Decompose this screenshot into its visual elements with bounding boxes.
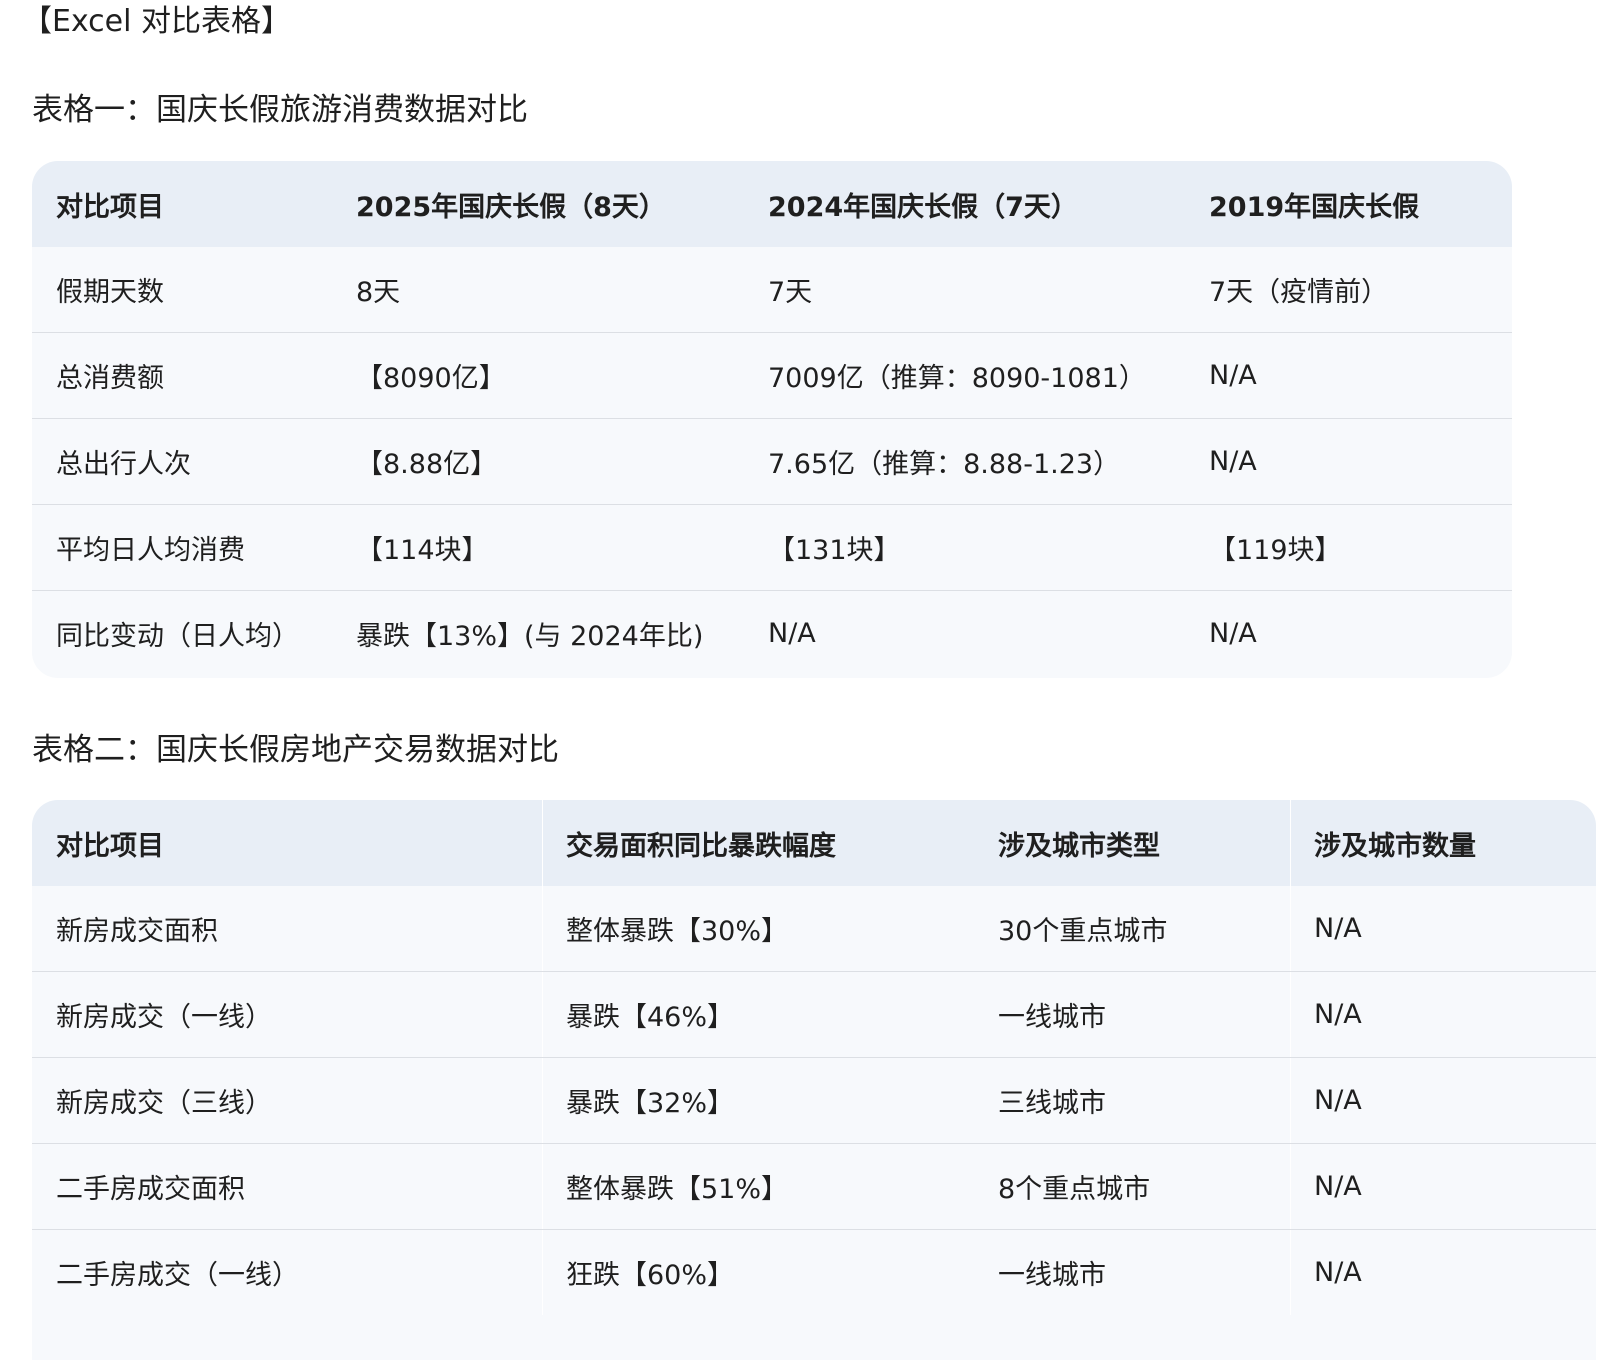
- table-cell: 三线城市: [974, 1057, 1290, 1144]
- row-label: 新房成交面积: [32, 886, 542, 972]
- table-cell: N/A: [1185, 332, 1512, 419]
- table-cell: 8个重点城市: [974, 1143, 1290, 1230]
- row-label: 总出行人次: [32, 418, 332, 505]
- table-cell: 一线城市: [974, 1229, 1290, 1315]
- table-row: 总出行人次 【8.88亿】 7.65亿（推算：8.88-1.23） N/A: [32, 418, 1512, 505]
- row-label: 新房成交（三线）: [32, 1057, 542, 1144]
- table-cell: 一线城市: [974, 971, 1290, 1058]
- table-row: 总消费额 【8090亿】 7009亿（推算：8090-1081） N/A: [32, 332, 1512, 419]
- table-cell: N/A: [1290, 971, 1596, 1058]
- row-label: 假期天数: [32, 247, 332, 333]
- row-label: 二手房成交面积: [32, 1143, 542, 1230]
- table-cell: N/A: [1185, 418, 1512, 505]
- column-header: 涉及城市类型: [998, 830, 1160, 862]
- table-cell: 暴跌【32%】: [542, 1057, 974, 1144]
- table-row: 新房成交（一线） 暴跌【46%】 一线城市 N/A: [32, 971, 1596, 1058]
- table-row: 假期天数 8天 7天 7天（疫情前）: [32, 247, 1512, 333]
- table-cell: 【8.88亿】: [332, 418, 744, 505]
- table-cell: 7天（疫情前）: [1185, 247, 1512, 333]
- table-cell: 【131块】: [744, 504, 1185, 591]
- table-cell: N/A: [744, 590, 1185, 676]
- column-header: 对比项目: [56, 191, 164, 223]
- table-cell: 暴跌【13%】(与 2024年比): [332, 590, 744, 676]
- row-label: 总消费额: [32, 332, 332, 419]
- table-header-row: 对比项目 交易面积同比暴跌幅度 涉及城市类型 涉及城市数量: [32, 800, 1596, 886]
- table-cell: 狂跌【60%】: [542, 1229, 974, 1315]
- table-row: 平均日人均消费 【114块】 【131块】 【119块】: [32, 504, 1512, 591]
- table-cell: 30个重点城市: [974, 886, 1290, 972]
- tourism-table-container: 对比项目 2025年国庆长假（8天） 2024年国庆长假（7天） 2019年国庆…: [32, 161, 1512, 678]
- table-cell: N/A: [1290, 1143, 1596, 1230]
- table-cell: N/A: [1290, 886, 1596, 972]
- column-header: 2025年国庆长假（8天）: [356, 191, 666, 223]
- table-cell: 8天: [332, 247, 744, 333]
- row-label: 同比变动（日人均）: [32, 590, 332, 676]
- table-row: 二手房成交面积 整体暴跌【51%】 8个重点城市 N/A: [32, 1143, 1596, 1230]
- table-row: 新房成交面积 整体暴跌【30%】 30个重点城市 N/A: [32, 886, 1596, 972]
- column-header: 对比项目: [56, 830, 164, 862]
- table-row: 二手房成交（一线） 狂跌【60%】 一线城市 N/A: [32, 1229, 1596, 1315]
- table-cell: 7天: [744, 247, 1185, 333]
- document-title: 【Excel 对比表格】: [22, 4, 292, 39]
- table-cell: N/A: [1185, 590, 1512, 676]
- table-cell: N/A: [1290, 1057, 1596, 1144]
- table-cell: 【119块】: [1185, 504, 1512, 591]
- row-label: 二手房成交（一线）: [32, 1229, 542, 1315]
- table1-title: 表格一：国庆长假旅游消费数据对比: [32, 92, 528, 128]
- row-label: 新房成交（一线）: [32, 971, 542, 1058]
- real-estate-comparison-table: 对比项目 交易面积同比暴跌幅度 涉及城市类型 涉及城市数量 新房成交面积 整体暴…: [32, 800, 1596, 1315]
- table-cell: 整体暴跌【51%】: [542, 1143, 974, 1230]
- table-cell: 7009亿（推算：8090-1081）: [744, 332, 1185, 419]
- table-row: 新房成交（三线） 暴跌【32%】 三线城市 N/A: [32, 1057, 1596, 1144]
- table-cell: 【8090亿】: [332, 332, 744, 419]
- table-cell: 整体暴跌【30%】: [542, 886, 974, 972]
- table2-title: 表格二：国庆长假房地产交易数据对比: [32, 732, 559, 768]
- row-label: 平均日人均消费: [32, 504, 332, 591]
- column-header: 2019年国庆长假: [1209, 191, 1420, 223]
- column-header: 交易面积同比暴跌幅度: [542, 800, 974, 886]
- column-header: 2024年国庆长假（7天）: [768, 191, 1078, 223]
- table-cell: 暴跌【46%】: [542, 971, 974, 1058]
- table-row: 同比变动（日人均） 暴跌【13%】(与 2024年比) N/A N/A: [32, 590, 1512, 676]
- table-cell: N/A: [1290, 1229, 1596, 1315]
- real-estate-table-container: 对比项目 交易面积同比暴跌幅度 涉及城市类型 涉及城市数量 新房成交面积 整体暴…: [32, 800, 1596, 1360]
- table-cell: 7.65亿（推算：8.88-1.23）: [744, 418, 1185, 505]
- table-cell: 【114块】: [332, 504, 744, 591]
- table-header-row: 对比项目 2025年国庆长假（8天） 2024年国庆长假（7天） 2019年国庆…: [32, 161, 1512, 247]
- tourism-comparison-table: 对比项目 2025年国庆长假（8天） 2024年国庆长假（7天） 2019年国庆…: [32, 161, 1512, 676]
- column-header: 涉及城市数量: [1290, 800, 1596, 886]
